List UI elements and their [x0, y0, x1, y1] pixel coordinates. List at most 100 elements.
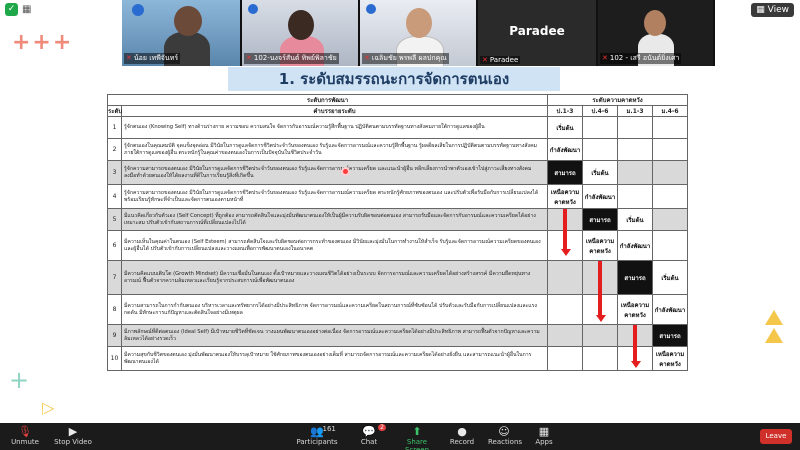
level-cell: เริ่มต้น: [582, 160, 619, 185]
record-label: Record: [449, 438, 475, 446]
apps-label: Apps: [535, 438, 553, 446]
stop-video-button[interactable]: ▶ Stop Video: [54, 425, 92, 446]
row-number: 5: [107, 208, 122, 231]
level-cell: [617, 346, 654, 371]
row-description: รู้จักตนเองในคุณสมบัติ จุดแข็งจุดอ่อน มี…: [120, 138, 549, 161]
level-cell: [582, 138, 619, 161]
unmute-button[interactable]: 🎙 Unmute: [10, 425, 40, 446]
mic-muted-icon: ✕: [246, 54, 252, 62]
chat-label: Chat: [360, 438, 378, 446]
row-number: 3: [107, 160, 122, 185]
logo-icon: [248, 4, 258, 14]
level-cell: เริ่มต้น: [547, 116, 584, 139]
share-screen-button[interactable]: ⬆ Share Screen: [394, 425, 440, 450]
video-strip: ✕ น้อย เทพีจันทร์ ✕ 102-นงจร์สันต์ ทิพย์พิ…: [122, 0, 715, 66]
table-row: 3 รู้จักความสามารถของตนเอง มีวินัยในการด…: [107, 160, 689, 185]
view-label: View: [767, 5, 789, 15]
grid-icon[interactable]: ▦: [22, 4, 31, 15]
header-expected-level: ระดับความคาดหวัง: [547, 94, 689, 106]
participant-face: [644, 10, 666, 36]
level-cell: กำลังพัฒนา: [652, 294, 689, 325]
row-description: มีความคิดแบบเติบโต (Growth Mindset) มีคว…: [120, 260, 549, 295]
level-cell: [547, 324, 584, 347]
decor-plus-icon: +++: [12, 30, 74, 55]
competency-table: ระดับการพัฒนา ระดับความคาดหวัง ระดับ คำบ…: [106, 94, 689, 371]
apps-button[interactable]: ▦ Apps: [533, 425, 555, 446]
mic-muted-icon: ✕: [602, 54, 608, 62]
participant-face: [406, 8, 432, 38]
header-level: ระดับ: [107, 105, 122, 117]
chat-button[interactable]: 💬 2 Chat: [356, 424, 386, 446]
participant-face: [174, 6, 202, 36]
participant-caption: ✕ Paradee: [480, 56, 521, 64]
participants-count: 161: [322, 425, 336, 433]
reactions-button[interactable]: ☺ Reactions: [488, 425, 522, 446]
shared-screen: ✓ ▦ ▦ View +++ + ▷ ❘❘❘ ✕ น้อย เทพีจันทร์ …: [0, 0, 800, 423]
row-number: 7: [107, 260, 122, 295]
participant-caption: ✕ เฉลิมชัย พรพลี ผลปกคุณ: [362, 53, 449, 64]
leave-button[interactable]: Leave: [760, 429, 792, 444]
level-cell: [652, 184, 689, 209]
level-cell: สามารถ: [547, 160, 584, 185]
header-grade: ม.1-3: [617, 105, 654, 117]
row-description: รู้จักความสามารถของตนเอง มีวินัยในการดูแ…: [120, 160, 549, 185]
decor-triangle-icon: [765, 328, 783, 343]
apps-icon: ▦: [538, 425, 550, 438]
row-description: รู้จักความสามารถของตนเอง มีวินัยในการดูแ…: [120, 184, 549, 209]
row-description: มีความสามารถในการกำกับตนเอง บริหารเวลาแล…: [120, 294, 549, 325]
security-shield-icon[interactable]: ✓: [5, 3, 18, 16]
table-row: 4 รู้จักความสามารถของตนเอง มีวินัยในการด…: [107, 184, 689, 209]
participant-tile[interactable]: ✕ เฉลิมชัย พรพลี ผลปกคุณ: [360, 0, 478, 66]
unmute-label: Unmute: [11, 438, 39, 446]
header-grade: ป.1-3: [547, 105, 584, 117]
level-cell: กำลังพัฒนา: [582, 184, 619, 209]
level-cell: เหนือความคาดหวัง: [652, 346, 689, 371]
participant-tile[interactable]: ✕ 102 - เสรี อนันต์ยิ่งเศา: [598, 0, 715, 66]
participant-tile[interactable]: Paradee ✕ Paradee: [478, 0, 598, 66]
participant-caption: ✕ 102-นงจร์สันต์ ทิพย์พิลาชัย: [244, 53, 339, 64]
participant-name: Paradee: [489, 56, 519, 64]
row-description: รู้จักตนเอง (Knowing Self) ทางด้านร่างกา…: [120, 116, 549, 139]
row-description: มีความเห็นในคุณค่าในตนเอง (Self Esteem) …: [120, 230, 549, 261]
participant-name: น้อย เทพีจันทร์: [133, 54, 179, 62]
participant-name: 102 - เสรี อนันต์ยิ่งเศา: [609, 54, 680, 62]
decor-triangle-icon: [765, 310, 783, 325]
participant-tile[interactable]: ✕ น้อย เทพีจันทร์: [122, 0, 242, 66]
participants-button[interactable]: 👥 161 Participants: [294, 425, 340, 446]
level-cell: กำลังพัฒนา: [617, 230, 654, 261]
row-description: มีความสุขกับชีวิตของตนเอง มุ่งมั่นพัฒนาต…: [120, 346, 549, 371]
level-cell: เริ่มต้น: [617, 208, 654, 231]
level-cell: [582, 116, 619, 139]
level-cell: เหนือความคาดหวัง: [582, 230, 619, 261]
table-row: 7 มีความคิดแบบเติบโต (Growth Mindset) มี…: [107, 260, 689, 322]
share-screen-label: Share Screen: [404, 438, 430, 450]
participant-caption: ✕ 102 - เสรี อนันต์ยิ่งเศา: [600, 53, 682, 64]
row-description: มีภาพลักษณ์ที่ดีต่อตนเอง (Ideal Self) มี…: [120, 324, 549, 347]
level-cell: เริ่มต้น: [652, 260, 689, 295]
row-number: 2: [107, 138, 122, 161]
table-row: 2 รู้จักตนเองในคุณสมบัติ จุดแข็งจุดอ่อน …: [107, 138, 689, 161]
level-cell: สามารถ: [652, 324, 689, 347]
share-screen-icon: ⬆: [412, 425, 422, 438]
row-number: 10: [107, 346, 122, 371]
mic-muted-icon: ✕: [364, 54, 370, 62]
record-button[interactable]: ● Record: [449, 425, 475, 446]
logo-icon: [366, 4, 376, 14]
participant-tile[interactable]: ✕ 102-นงจร์สันต์ ทิพย์พิลาชัย: [242, 0, 360, 66]
level-cell: [582, 324, 619, 347]
table-row: 9 มีภาพลักษณ์ที่ดีต่อตนเอง (Ideal Self) …: [107, 324, 689, 368]
view-button[interactable]: ▦ View: [751, 3, 794, 17]
level-cell: [617, 160, 654, 185]
mic-muted-icon: 🎙: [18, 425, 32, 438]
participant-face: [288, 10, 314, 40]
level-cell: [582, 346, 619, 371]
level-cell: [617, 116, 654, 139]
row-number: 6: [107, 230, 122, 261]
participant-name: เฉลิมชัย พรพลี ผลปกคุณ: [371, 54, 447, 62]
participant-caption: ✕ น้อย เทพีจันทร์: [124, 53, 181, 64]
table-row: 10 มีความสุขกับชีวิตของตนเอง มุ่งมั่นพัฒ…: [107, 346, 689, 371]
decor-bars-icon: ❘❘❘: [14, 408, 50, 423]
level-cell: [547, 294, 584, 325]
mic-muted-icon: ✕: [482, 56, 488, 64]
table-row: 1 รู้จักตนเอง (Knowing Self) ทางด้านร่าง…: [107, 116, 689, 139]
